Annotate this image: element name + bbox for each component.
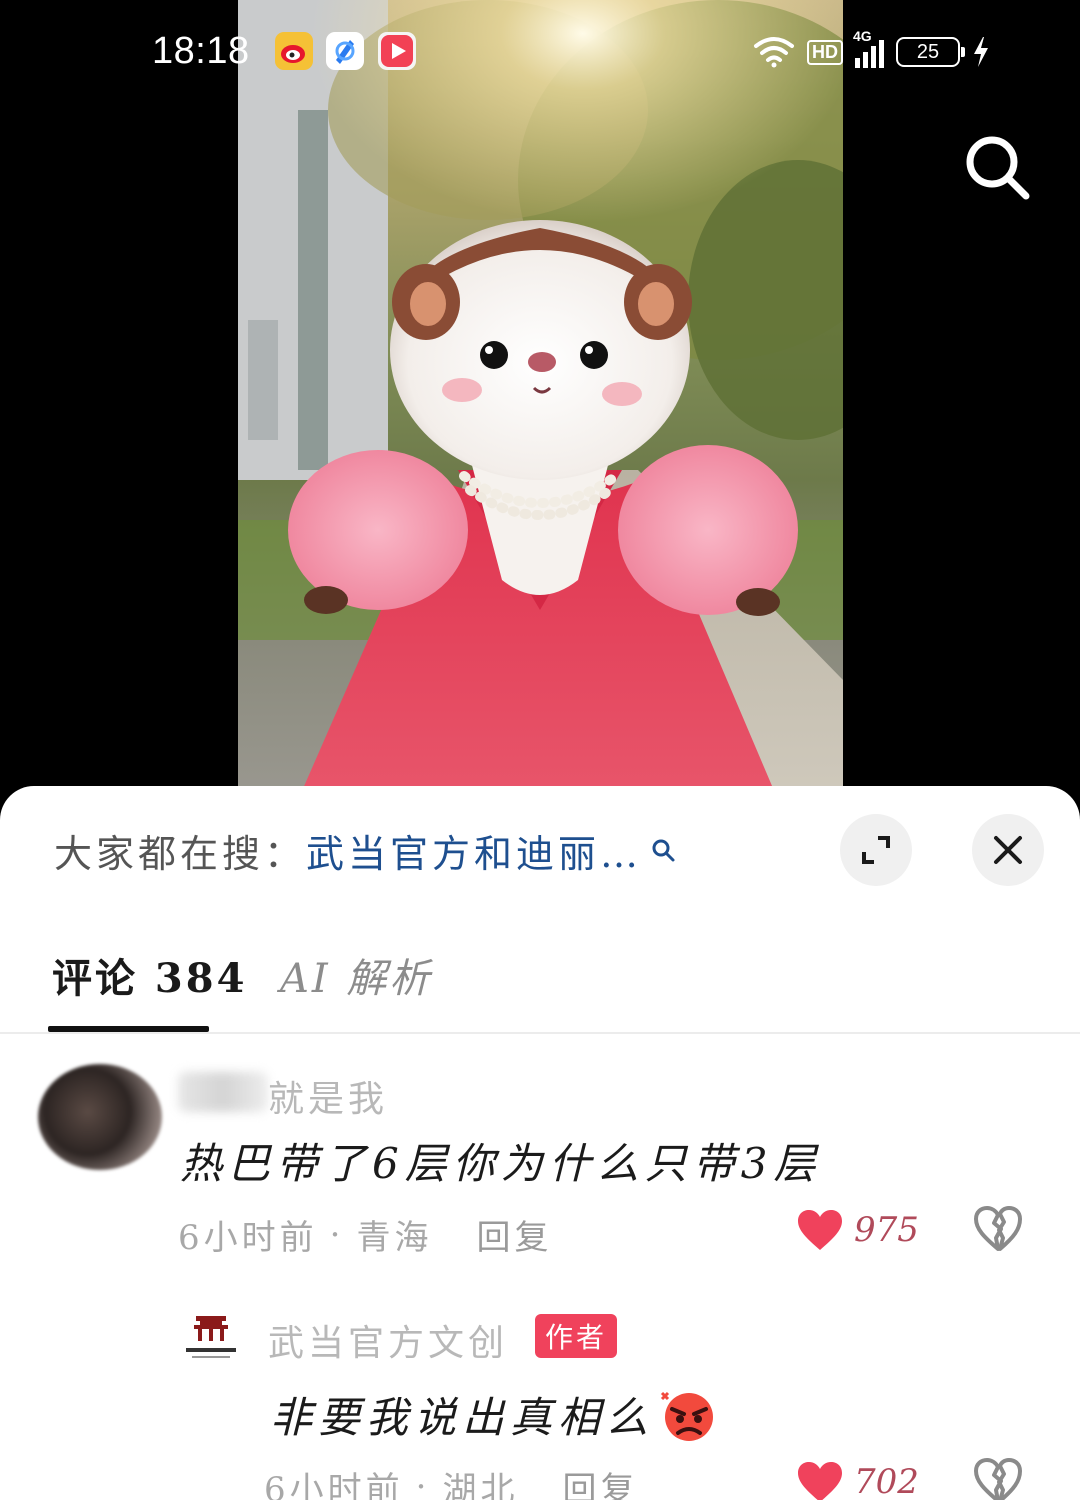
comment-time: 6小时前 — [178, 1218, 318, 1258]
network-type-label: 4G — [853, 28, 872, 44]
comment-location: 湖北 — [442, 1470, 519, 1500]
battery-icon: 25 — [896, 37, 965, 67]
weibo-icon — [275, 32, 313, 70]
hd-badge: HD — [807, 39, 843, 65]
search-button[interactable] — [962, 132, 1034, 204]
system-icons: HD 4G 25 — [753, 28, 990, 72]
charging-icon — [974, 37, 988, 67]
avatar[interactable] — [182, 1310, 240, 1368]
comment-meta: 6小时前 · 湖北 回复 — [264, 1462, 638, 1500]
expand-button[interactable] — [840, 814, 912, 886]
broken-heart-icon[interactable] — [972, 1204, 1024, 1252]
search-icon — [966, 136, 1030, 200]
comment-text: 非要我说出真相么 — [270, 1393, 655, 1442]
active-tab-indicator — [48, 1026, 209, 1032]
heart-filled-icon — [798, 1210, 842, 1250]
comment-time: 6小时前 — [264, 1470, 404, 1500]
like-count: 975 — [854, 1210, 919, 1250]
status-time: 18:18 — [152, 30, 250, 72]
video-player[interactable] — [0, 0, 1080, 800]
trending-search-suggestion[interactable]: 大家都在搜： 武当官方和迪丽… — [54, 826, 676, 876]
cell-signal-icon: 4G — [853, 28, 884, 68]
expand-icon — [862, 836, 890, 864]
comment-meta: 6小时前 · 青海 回复 — [178, 1210, 552, 1259]
status-bar: 18:18 HD 4G 25 — [0, 0, 1080, 104]
suggest-query-link[interactable]: 武当官方和迪丽… — [306, 823, 642, 878]
heart-filled-icon — [798, 1462, 842, 1500]
close-icon — [994, 836, 1022, 864]
browser-icon — [326, 32, 364, 70]
battery-level: 25 — [916, 40, 940, 63]
video-app-icon — [378, 32, 416, 70]
like-button[interactable]: 702 — [796, 1460, 919, 1500]
video-frame[interactable] — [238, 0, 843, 800]
suggest-prefix: 大家都在搜： — [54, 831, 307, 876]
small-search-icon — [652, 839, 675, 862]
like-button[interactable]: 975 — [796, 1208, 919, 1252]
comment-text-row: 非要我说出真相么 — [270, 1384, 720, 1445]
comment-username[interactable]: 就是我 — [268, 1070, 388, 1122]
close-button[interactable] — [972, 814, 1044, 886]
broken-heart-icon[interactable] — [972, 1456, 1024, 1500]
avatar[interactable] — [38, 1064, 162, 1170]
wifi-icon — [754, 37, 794, 68]
tab-ai-analysis[interactable]: AI 解析 — [280, 946, 432, 1004]
comment-tabs: 评论 384 AI 解析 — [0, 936, 1080, 1034]
tab-comments[interactable]: 评论 384 — [52, 946, 247, 1004]
username-blurred-part — [178, 1072, 268, 1112]
like-count: 702 — [854, 1462, 919, 1500]
meta-separator: · — [415, 1466, 431, 1500]
hamster-in-red-gown-image — [238, 0, 843, 800]
meta-separator: · — [329, 1214, 345, 1255]
comment-sheet: 大家都在搜： 武当官方和迪丽… 评论 384 AI 解析 就是我 热巴带了6层你… — [0, 786, 1080, 1500]
reply-button[interactable]: 回复 — [562, 1462, 638, 1500]
author-badge: 作者 — [535, 1314, 618, 1358]
comment-text: 热巴带了6层你为什么只带3层 — [180, 1139, 822, 1188]
reply-button[interactable]: 回复 — [476, 1210, 552, 1259]
comment-username[interactable]: 武当官方文创 — [268, 1314, 508, 1366]
comment-location: 青海 — [356, 1218, 433, 1258]
angry-face-icon — [660, 1391, 714, 1441]
